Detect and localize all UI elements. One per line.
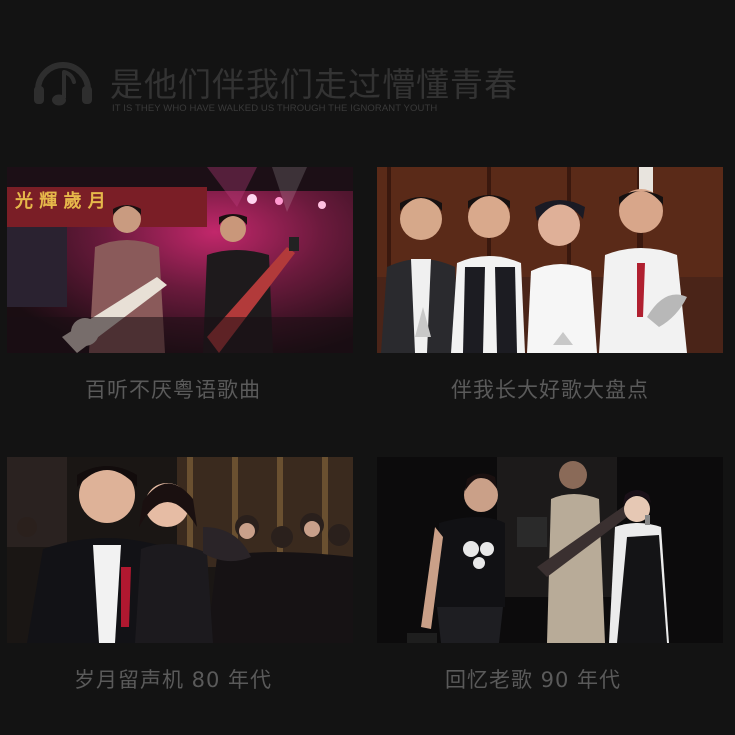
page: 是他们伴我们走过懵懂青春 IT IS THEY WHO HAVE WALKED … bbox=[0, 0, 735, 735]
headphone-music-note-icon bbox=[34, 62, 92, 106]
concert-performers-photo-card[interactable] bbox=[377, 457, 723, 643]
card-caption-growing-up-songs[interactable]: 伴我长大好歌大盘点 bbox=[377, 374, 723, 404]
card-caption-cantonese-songs[interactable]: 百听不厌粤语歌曲 bbox=[0, 374, 346, 404]
card-caption-80s-songs[interactable]: 岁月留声机 80 年代 bbox=[0, 664, 346, 694]
concert-band-photo-card[interactable]: 光 輝 歲 月 bbox=[7, 167, 353, 353]
concert-performers-photo bbox=[377, 457, 723, 643]
header: 是他们伴我们走过懵懂青春 IT IS THEY WHO HAVE WALKED … bbox=[30, 50, 590, 120]
page-title: 是他们伴我们走过懵懂青春 bbox=[110, 65, 518, 104]
couple-event-photo-card[interactable] bbox=[7, 457, 353, 643]
concert-band-photo: 光 輝 歲 月 bbox=[7, 167, 353, 353]
four-singers-photo-card[interactable] bbox=[377, 167, 723, 353]
card-caption-90s-songs[interactable]: 回忆老歌 90 年代 bbox=[360, 664, 706, 694]
page-subtitle: IT IS THEY WHO HAVE WALKED US THROUGH TH… bbox=[112, 103, 438, 114]
couple-event-photo bbox=[7, 457, 353, 643]
four-singers-photo bbox=[377, 167, 723, 353]
stage-sign-text: 光 輝 歲 月 bbox=[14, 190, 106, 212]
